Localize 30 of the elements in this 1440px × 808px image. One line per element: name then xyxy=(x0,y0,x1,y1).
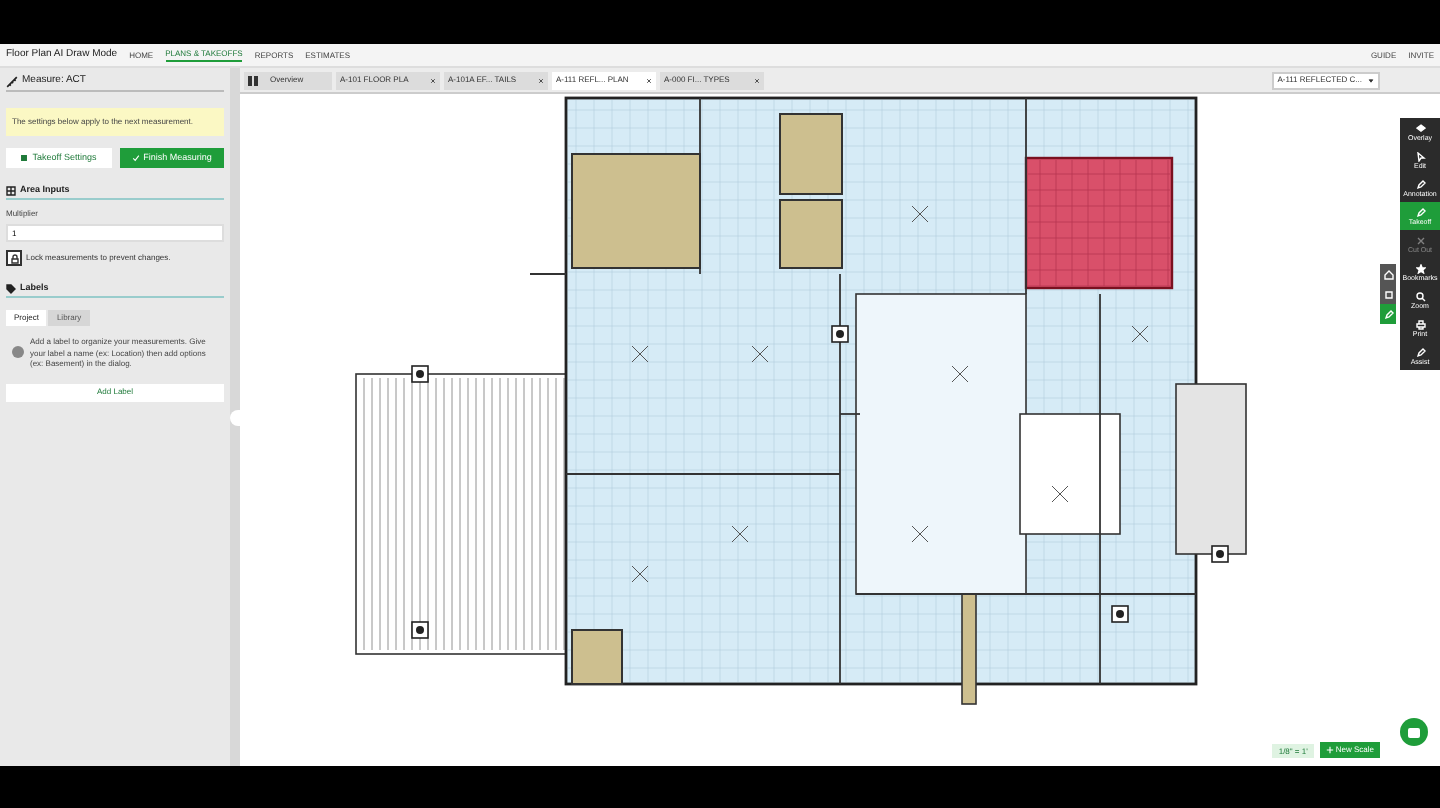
info-icon xyxy=(12,346,24,359)
layers-icon xyxy=(1415,123,1425,133)
side-tool-button[interactable] xyxy=(1380,304,1396,324)
ruler-icon xyxy=(6,75,18,87)
chat-button[interactable] xyxy=(1400,718,1428,746)
cursor-icon xyxy=(1415,151,1425,161)
close-icon xyxy=(754,77,760,83)
home-icon xyxy=(1383,269,1393,279)
grid-icon xyxy=(6,185,16,195)
caret-icon xyxy=(1368,77,1374,83)
side-tool-button[interactable] xyxy=(1380,264,1396,284)
pencil-icon xyxy=(1415,207,1425,217)
printer-icon xyxy=(1415,319,1425,329)
pencil-icon xyxy=(1415,179,1425,189)
tag-icon xyxy=(6,283,16,293)
zoom-icon xyxy=(1415,291,1425,301)
close-icon xyxy=(430,77,436,83)
pencil-icon xyxy=(1383,309,1393,319)
square-icon xyxy=(1383,289,1393,299)
lock-button[interactable] xyxy=(6,250,22,266)
side-tool-button[interactable] xyxy=(1380,284,1396,304)
grid-icon xyxy=(248,75,258,85)
collapse-handle[interactable] xyxy=(230,409,240,425)
lock-icon xyxy=(9,253,19,263)
pencil-icon xyxy=(1415,347,1425,357)
star-icon xyxy=(1415,263,1425,273)
plus-icon xyxy=(1325,746,1334,754)
close-icon xyxy=(646,77,652,83)
close-icon xyxy=(538,77,544,83)
check-icon xyxy=(131,154,140,162)
